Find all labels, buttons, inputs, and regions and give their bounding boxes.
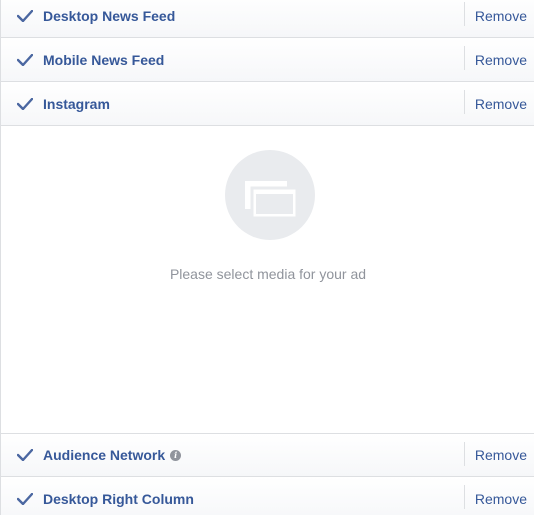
placements-panel: Desktop News Feed Remove Mobile News Fee… bbox=[0, 0, 534, 515]
placement-label: Desktop Right Column bbox=[43, 490, 194, 507]
divider bbox=[464, 2, 465, 26]
placement-label: Audience Network bbox=[43, 447, 166, 463]
checkmark-icon bbox=[15, 489, 35, 509]
placement-row-mobile-news-feed: Mobile News Feed Remove bbox=[1, 38, 534, 82]
checkmark-icon bbox=[15, 94, 35, 114]
placement-row-desktop-right-column: Desktop Right Column Remove bbox=[1, 477, 534, 515]
media-placeholder-icon bbox=[225, 150, 315, 240]
checkmark-icon bbox=[15, 50, 35, 70]
checkmark-icon bbox=[15, 445, 35, 465]
divider bbox=[464, 46, 465, 70]
info-icon[interactable]: i bbox=[170, 449, 182, 461]
media-preview-area: Please select media for your ad bbox=[1, 126, 534, 432]
placement-row-instagram: Instagram Remove bbox=[1, 82, 534, 126]
remove-button[interactable]: Remove bbox=[475, 447, 527, 463]
placement-row-desktop-news-feed: Desktop News Feed Remove bbox=[1, 0, 534, 38]
divider bbox=[464, 442, 465, 466]
remove-button[interactable]: Remove bbox=[475, 52, 527, 68]
remove-button[interactable]: Remove bbox=[475, 96, 527, 112]
remove-button[interactable]: Remove bbox=[475, 491, 527, 507]
placement-label: Mobile News Feed bbox=[43, 51, 165, 68]
empty-state-message: Please select media for your ad bbox=[169, 266, 367, 282]
placement-label: Desktop News Feed bbox=[43, 7, 176, 24]
divider bbox=[464, 90, 465, 114]
checkmark-icon bbox=[15, 6, 35, 26]
remove-button[interactable]: Remove bbox=[475, 8, 527, 24]
placement-row-audience-network: Audience Network i Remove bbox=[1, 433, 534, 477]
placement-label: Instagram bbox=[43, 95, 110, 112]
divider bbox=[464, 485, 465, 509]
